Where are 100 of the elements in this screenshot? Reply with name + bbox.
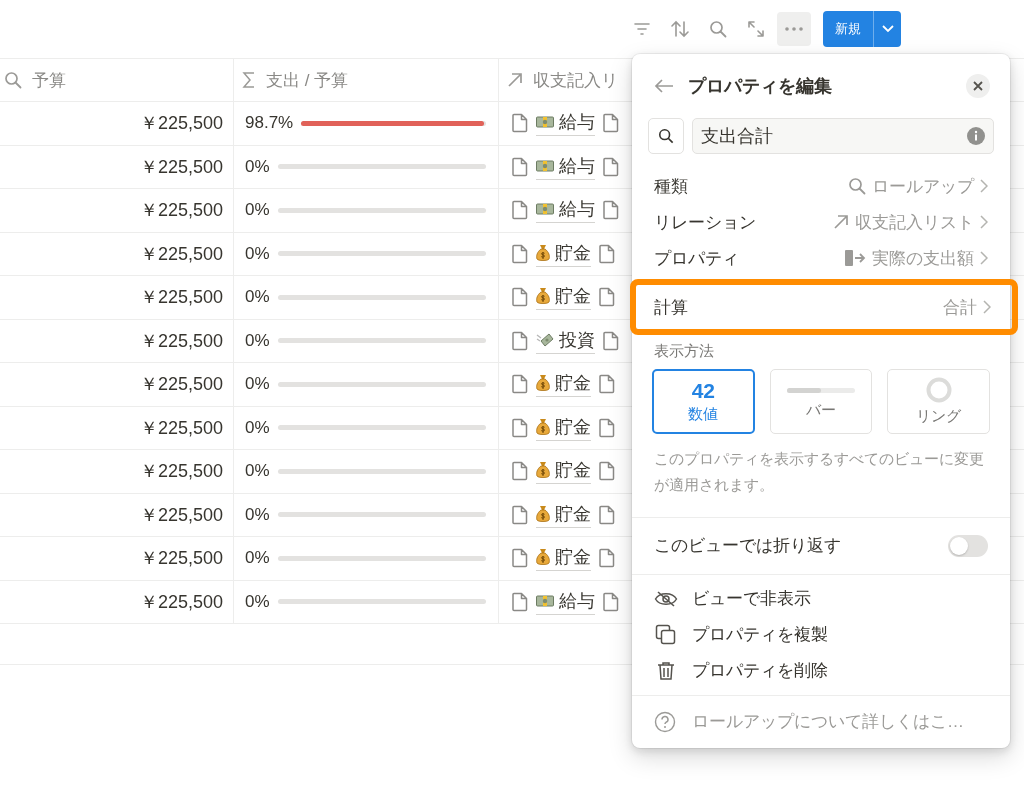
budget-cell-text: ￥225,500 <box>139 286 223 310</box>
relation-link[interactable]: 貯金 <box>555 284 591 309</box>
document-icon <box>512 461 528 482</box>
money-bag-icon <box>536 374 550 393</box>
info-icon <box>966 126 986 146</box>
search-icon <box>658 128 674 144</box>
document-icon <box>603 156 619 177</box>
settings-row[interactable]: 計算 合計 <box>635 284 1013 330</box>
menu-item[interactable]: プロパティを削除 <box>692 659 828 682</box>
trash-icon <box>657 660 675 681</box>
budget-cell-text: ￥225,500 <box>139 373 223 397</box>
toggle-label: このビューでは折り返す <box>654 535 842 557</box>
relation-link[interactable]: 貯金 <box>555 414 591 439</box>
banknote-icon <box>536 159 554 172</box>
document-icon <box>512 156 528 177</box>
document-icon <box>512 243 528 264</box>
percent-text: 0% <box>245 417 270 438</box>
relation-link[interactable]: 給与 <box>559 153 595 178</box>
budget-cell-text: ￥225,500 <box>139 155 223 179</box>
document-icon <box>603 591 619 612</box>
display-option[interactable]: バー <box>769 369 873 434</box>
menu-item[interactable]: プロパティを複製 <box>692 623 828 646</box>
document-icon <box>512 113 528 134</box>
expand-icon[interactable] <box>747 20 765 38</box>
icon-picker-button[interactable] <box>648 118 684 154</box>
search-icon[interactable] <box>709 20 727 38</box>
more-icon <box>785 27 803 31</box>
budget-cell-text: ￥225,500 <box>139 329 223 353</box>
arrow-icon <box>507 72 523 88</box>
budget-cell-text: ￥225,500 <box>139 242 223 266</box>
document-icon <box>512 417 528 438</box>
relation-link[interactable]: 投資 <box>559 327 595 352</box>
chevron-right-icon <box>980 179 988 193</box>
money-bag-icon <box>536 548 550 567</box>
more-button[interactable] <box>777 12 811 46</box>
new-button[interactable]: 新規 <box>823 11 873 47</box>
relation-link[interactable]: 貯金 <box>555 458 591 483</box>
close-button[interactable] <box>966 74 990 98</box>
percent-text: 0% <box>245 461 270 482</box>
document-icon <box>512 591 528 612</box>
column-header[interactable]: 収支記入リ <box>533 68 618 92</box>
document-icon <box>599 548 615 569</box>
chevron-right-icon <box>983 300 991 314</box>
document-icon <box>599 287 615 308</box>
settings-row[interactable]: リレーション 収支記入リスト <box>632 204 1010 240</box>
name-input-field[interactable]: 支出合計 <box>692 118 994 154</box>
percent-text: 0% <box>245 156 270 177</box>
document-icon <box>512 200 528 221</box>
relation-link[interactable]: 給与 <box>559 110 595 135</box>
relation-link[interactable]: 貯金 <box>555 545 591 570</box>
chevron-right-icon <box>980 215 988 229</box>
back-arrow-icon[interactable] <box>654 78 674 94</box>
money-bag-icon <box>536 417 550 436</box>
document-icon <box>599 243 615 264</box>
settings-row[interactable]: 種類 ロールアップ <box>632 168 1010 204</box>
filter-icon[interactable] <box>633 22 651 36</box>
relation-link[interactable]: 貯金 <box>555 371 591 396</box>
caret-icon <box>881 25 894 33</box>
settings-row[interactable]: プロパティ 実際の支出額 <box>632 240 1010 276</box>
banknote-icon <box>536 203 554 216</box>
document-icon <box>599 461 615 482</box>
column-header[interactable]: 支出 / 予算 <box>266 68 349 92</box>
search-icon <box>4 71 22 89</box>
banknote-icon <box>536 116 554 129</box>
property-icon <box>844 249 866 267</box>
display-option[interactable]: 42 数値 <box>652 369 755 434</box>
budget-cell-text: ￥225,500 <box>139 416 223 440</box>
budget-cell-text: ￥225,500 <box>139 590 223 614</box>
budget-cell-text: ￥225,500 <box>139 112 223 136</box>
banknote-icon <box>536 594 554 607</box>
display-option[interactable]: リング <box>887 369 990 434</box>
relation-link[interactable]: 給与 <box>559 588 595 613</box>
percent-text: 0% <box>245 287 270 308</box>
document-icon <box>603 200 619 221</box>
document-icon <box>512 548 528 569</box>
money-bag-icon <box>536 287 550 306</box>
arrow-icon <box>833 214 849 230</box>
wrap-toggle[interactable] <box>948 534 988 557</box>
relation-link[interactable]: 貯金 <box>555 240 591 265</box>
popover-title: プロパティを編集 <box>688 75 833 98</box>
flying-money-icon <box>536 331 554 348</box>
budget-cell-text: ￥225,500 <box>139 547 223 571</box>
search-icon <box>848 177 866 195</box>
percent-text: 0% <box>245 243 270 264</box>
percent-text: 98.7% <box>245 113 294 134</box>
help-icon <box>654 710 676 733</box>
relation-link[interactable]: 貯金 <box>555 501 591 526</box>
budget-cell-text: ￥225,500 <box>139 460 223 484</box>
percent-text: 0% <box>245 200 270 221</box>
relation-link[interactable]: 給与 <box>559 197 595 222</box>
sort-icon[interactable] <box>670 20 690 38</box>
menu-item[interactable]: ビューで非表示 <box>692 587 811 610</box>
document-icon <box>603 113 619 134</box>
column-header[interactable]: 予算 <box>32 68 66 92</box>
chevron-right-icon <box>980 251 988 265</box>
note-text: このプロパティを表示するすべてのビューに変更が適用されます。 <box>653 449 985 496</box>
percent-text: 0% <box>245 548 270 569</box>
document-icon <box>603 330 619 351</box>
budget-cell-text: ￥225,500 <box>139 199 223 223</box>
copy-icon <box>655 623 677 646</box>
